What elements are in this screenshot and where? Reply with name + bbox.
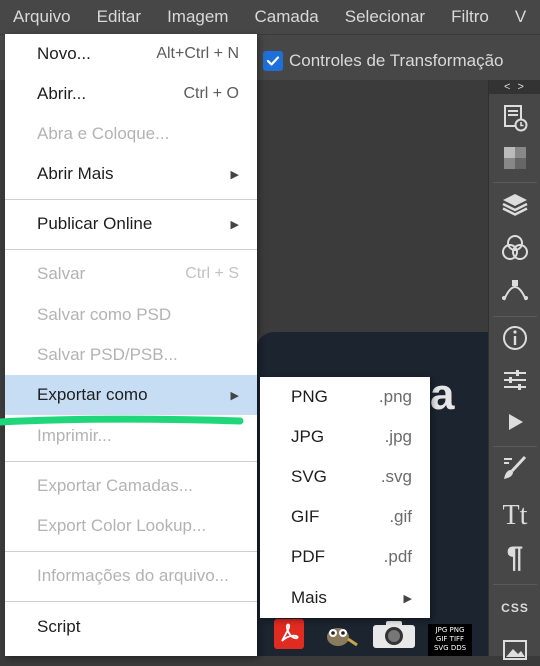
format-list-icon[interactable]: JPG PNG GIF TIFF SVG DDS (428, 618, 472, 662)
export-gif[interactable]: GIF .gif (260, 497, 430, 537)
character-text-icon[interactable]: Tt (499, 500, 531, 532)
menu-item-label: Informações do arquivo... (37, 566, 229, 585)
format-line-2: GIF TIFF (435, 635, 465, 643)
paths-icon[interactable] (499, 274, 531, 306)
format-label: JPG (291, 427, 325, 446)
image-icon[interactable] (499, 634, 531, 666)
menu-item-label: Novo... (37, 44, 91, 63)
format-label: PDF (291, 547, 325, 566)
menu-item-label: Export Color Lookup... (37, 516, 207, 535)
export-mais[interactable]: Mais ▶ (260, 578, 430, 618)
menu-item-exportar-camadas: Exportar Camadas... (5, 466, 257, 506)
format-extension: .gif (389, 507, 412, 526)
panel-divider (493, 182, 537, 183)
format-extension: .pdf (383, 547, 412, 566)
info-icon[interactable] (499, 322, 531, 354)
menu-item-shortcut: Ctrl + S (185, 265, 239, 282)
format-extension: .jpg (384, 427, 412, 446)
menu-visualizar[interactable]: V (502, 0, 539, 34)
menu-separator (5, 461, 257, 462)
transform-controls-toggle[interactable]: Controles de Transformação (263, 51, 504, 71)
submenu-arrow-icon: ▶ (230, 389, 239, 402)
format-label: GIF (291, 507, 320, 526)
panel-divider (493, 446, 537, 447)
export-png[interactable]: PNG .png (260, 377, 430, 417)
actions-play-icon[interactable] (499, 406, 531, 438)
menu-item-script[interactable]: Script (5, 607, 257, 647)
menu-item-label: Abrir... (37, 84, 87, 103)
menu-editar[interactable]: Editar (84, 0, 154, 34)
menu-item-label: Abra e Coloque... (37, 124, 170, 143)
gimp-icon[interactable] (318, 612, 358, 656)
menu-separator (5, 551, 257, 552)
export-svg[interactable]: SVG .svg (260, 457, 430, 497)
submenu-arrow-icon: ▶ (230, 218, 239, 231)
menubar: Arquivo Editar Imagem Camada Selecionar … (0, 0, 540, 34)
menu-item-label: Publicar Online (37, 214, 153, 233)
swatches-icon[interactable] (499, 142, 531, 174)
format-label: Mais (291, 588, 327, 607)
menu-item-shortcut: Ctrl + O (183, 85, 239, 102)
menu-separator (5, 199, 257, 200)
panel-collapse-toggle[interactable]: < > (489, 80, 540, 94)
menu-item-salvar: Salvar Ctrl + S (5, 254, 257, 294)
panel-divider (493, 584, 537, 585)
brush-icon[interactable] (499, 452, 531, 484)
submenu-arrow-icon: ▶ (230, 168, 239, 181)
menu-item-shortcut: Alt+Ctrl + N (156, 45, 239, 62)
layers-icon[interactable] (499, 188, 531, 220)
transform-label: Controles de Transformação (289, 51, 504, 70)
menu-selecionar[interactable]: Selecionar (332, 0, 438, 34)
menu-item-abrir[interactable]: Abrir... Ctrl + O (5, 74, 257, 114)
format-line-1: JPG PNG (435, 626, 465, 634)
menu-item-salvar-como-psd: Salvar como PSD (5, 295, 257, 335)
menu-item-label: Script (37, 617, 81, 636)
annotation-underline (0, 415, 244, 426)
menu-item-export-color-lookup: Export Color Lookup... (5, 506, 257, 546)
menu-camada[interactable]: Camada (241, 0, 331, 34)
menu-item-label: Salvar como PSD (37, 305, 172, 324)
menu-item-label: Abrir Mais (37, 164, 114, 183)
menu-separator (5, 601, 257, 602)
panel-divider (493, 316, 537, 317)
history-icon[interactable] (499, 102, 531, 134)
format-label: PNG (291, 387, 328, 406)
export-submenu: PNG .png JPG .jpg SVG .svg GIF .gif PDF … (260, 377, 430, 618)
right-panel: < > Tt ¶ CSS (488, 80, 540, 660)
submenu-arrow-icon: ▶ (403, 592, 412, 605)
menu-item-label: Exportar como (37, 385, 148, 404)
format-extension: .svg (380, 467, 412, 486)
menu-item-salvar-psd-psb: Salvar PSD/PSB... (5, 335, 257, 375)
transform-checkbox[interactable] (263, 51, 283, 71)
export-jpg[interactable]: JPG .jpg (260, 417, 430, 457)
menu-item-novo[interactable]: Novo... Alt+Ctrl + N (5, 34, 257, 74)
menu-item-label: Exportar Camadas... (37, 476, 193, 495)
menu-item-abrir-mais[interactable]: Abrir Mais ▶ (5, 154, 257, 194)
canvas-text: a (430, 370, 455, 419)
menu-separator (5, 249, 257, 250)
menu-item-abra-e-coloque: Abra e Coloque... (5, 114, 257, 154)
paragraph-icon[interactable]: ¶ (499, 541, 531, 574)
menu-item-informacoes-do-arquivo: Informações do arquivo... (5, 556, 257, 596)
menu-item-label: Salvar PSD/PSB... (37, 345, 178, 364)
format-extension: .png (378, 387, 412, 406)
check-icon (266, 56, 280, 66)
menu-arquivo[interactable]: Arquivo (0, 0, 84, 34)
pdf-icon[interactable] (274, 612, 304, 656)
menu-item-exportar-como[interactable]: Exportar como ▶ (5, 375, 257, 415)
format-label: SVG (291, 467, 327, 486)
export-pdf[interactable]: PDF .pdf (260, 537, 430, 577)
menu-imagem[interactable]: Imagem (154, 0, 241, 34)
menu-filtro[interactable]: Filtro (438, 0, 502, 34)
format-line-3: SVG DDS (433, 644, 467, 652)
camera-icon[interactable] (372, 612, 416, 656)
file-menu: Novo... Alt+Ctrl + N Abrir... Ctrl + O A… (5, 34, 257, 656)
channels-icon[interactable] (499, 232, 531, 264)
menu-item-publicar-online[interactable]: Publicar Online ▶ (5, 204, 257, 244)
menu-item-label: Salvar (37, 264, 86, 283)
css-icon[interactable]: CSS (499, 592, 531, 624)
properties-icon[interactable] (499, 364, 531, 396)
